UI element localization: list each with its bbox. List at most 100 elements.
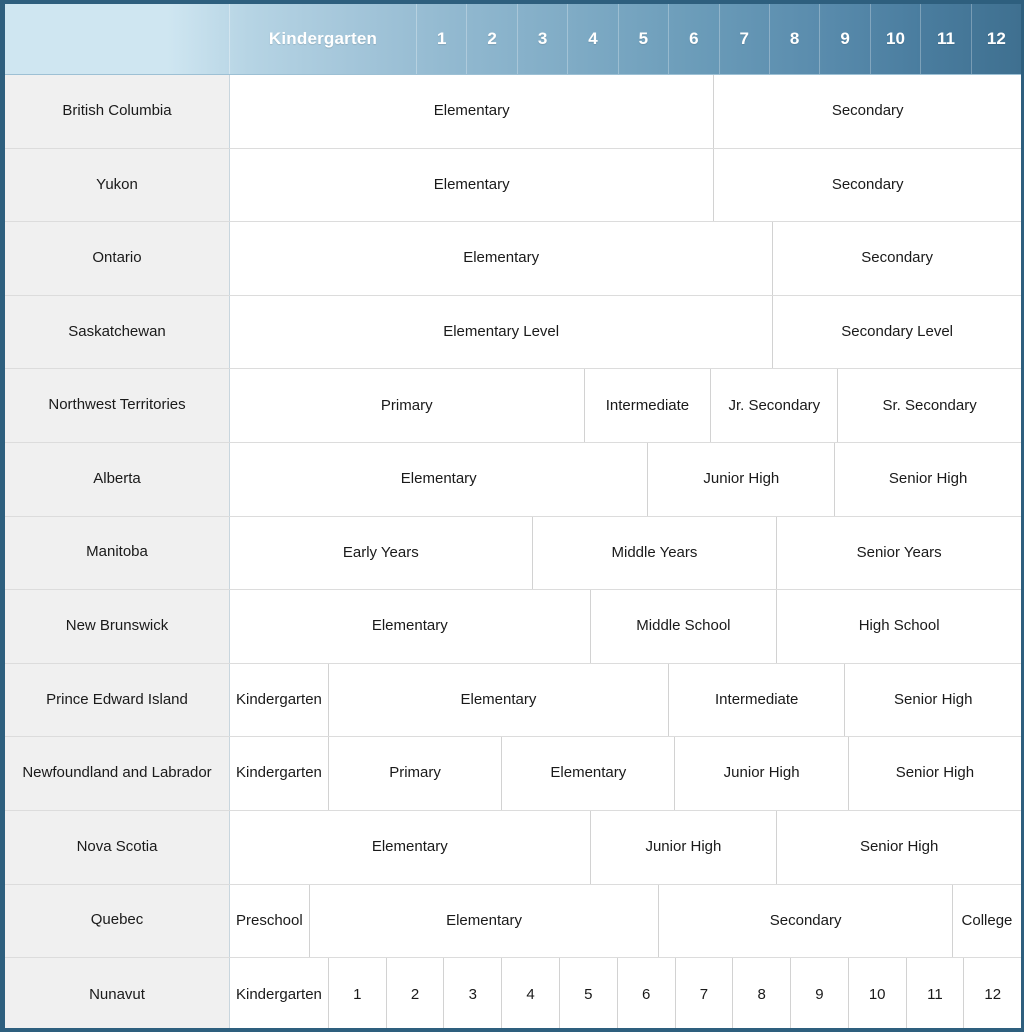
- grade-span-group: Elementary Junior High Senior High: [230, 442, 1021, 516]
- header-corner-cell: [5, 4, 230, 74]
- header-grade-2: 2: [467, 4, 518, 74]
- table-header-row: Kindergarten 1 2 3 4 5 6 7 8 9 10 11 12: [5, 0, 1021, 75]
- header-grade-9: 9: [820, 4, 871, 74]
- province-label: Alberta: [5, 442, 230, 516]
- grade-span-cell: 1: [328, 958, 387, 1028]
- grade-span-cell: Intermediate: [584, 369, 712, 442]
- grade-span-group: Primary Intermediate Jr. Secondary Sr. Seco…: [230, 369, 1021, 442]
- grade-span-group: Elementary Secondary: [230, 148, 1021, 222]
- grade-span-cell: Senior Years: [777, 516, 1021, 590]
- province-label: Saskatchewan: [5, 295, 230, 369]
- province-label: Nunavut: [5, 958, 230, 1028]
- grade-structure-table: Kindergarten 1 2 3 4 5 6 7 8 9 10 11 12 British Col…: [0, 0, 1024, 1032]
- province-label: Northwest Territories: [5, 369, 230, 442]
- province-label: Manitoba: [5, 516, 230, 590]
- grade-span-group: Elementary Junior High Senior High: [230, 810, 1021, 884]
- table-row: Alberta Elementary Junior High Senior High: [5, 442, 1021, 517]
- table-row: Nova Scotia Elementary Junior High Senior H…: [5, 810, 1021, 885]
- grade-span-cell: 3: [444, 958, 503, 1028]
- header-grade-4: 4: [568, 4, 619, 74]
- grade-span-group: Preschool Elementary Secondary College: [230, 884, 1021, 958]
- table-row: Saskatchewan Elementary Level Secondary Le…: [5, 295, 1021, 370]
- grade-span-cell: 9: [791, 958, 849, 1028]
- grade-span-cell: Kindergarten: [230, 737, 329, 810]
- table-row: Northwest Territories Primary Intermediate…: [5, 369, 1021, 443]
- province-label: Nova Scotia: [5, 810, 230, 884]
- grade-span-cell: 11: [906, 958, 965, 1028]
- table-row: Quebec Preschool Elementary Secondary Colleg…: [5, 884, 1021, 959]
- grade-span-cell: Middle School: [590, 590, 778, 663]
- header-grade-7: 7: [720, 4, 770, 74]
- grade-span-cell: 7: [675, 958, 734, 1028]
- table-row: New Brunswick Elementary Middle School High…: [5, 590, 1021, 664]
- grade-span-group: Elementary Level Secondary Level: [230, 295, 1021, 369]
- grade-span-cell: Kindergarten: [230, 663, 329, 737]
- grade-span-cell: 4: [502, 958, 560, 1028]
- grade-span-cell: Elementary: [230, 810, 591, 884]
- grade-span-group: Early Years Middle Years Senior Years: [230, 516, 1021, 590]
- province-label: New Brunswick: [5, 590, 230, 663]
- grade-span-cell: Secondary: [714, 148, 1021, 222]
- province-label: Quebec: [5, 884, 230, 958]
- grade-span-cell: Intermediate: [668, 663, 846, 737]
- grade-span-cell: 10: [848, 958, 907, 1028]
- grade-span-cell: Sr. Secondary: [838, 369, 1021, 442]
- grade-span-cell: 8: [733, 958, 792, 1028]
- grade-span-group: Kindergarten 1 2 3 4 5 6 7 8 9 10 11 12: [230, 958, 1021, 1028]
- grade-span-cell: Elementary: [230, 222, 774, 295]
- grade-span-cell: Junior High: [590, 810, 778, 884]
- grade-span-cell: Early Years: [230, 516, 533, 590]
- province-label: Yukon: [5, 148, 230, 222]
- header-grade-10: 10: [871, 4, 922, 74]
- grade-span-cell: Senior High: [848, 737, 1021, 810]
- grade-span-cell: Primary: [230, 369, 585, 442]
- grade-span-cell: 6: [617, 958, 676, 1028]
- grade-span-cell: Junior High: [648, 442, 836, 516]
- grade-span-cell: Elementary Level: [230, 295, 774, 369]
- grade-span-cell: Elementary: [230, 148, 715, 222]
- grade-span-cell: Senior High: [777, 810, 1021, 884]
- table-body: British Columbia Elementary Secondary Yukon…: [5, 75, 1021, 1028]
- grade-span-cell: Elementary: [328, 663, 669, 737]
- grade-span-cell: Jr. Secondary: [711, 369, 839, 442]
- grade-span-cell: Secondary Level: [773, 295, 1021, 369]
- table-row: British Columbia Elementary Secondary: [5, 75, 1021, 149]
- header-grade-12: 12: [986, 29, 1006, 48]
- table-row: Nunavut Kindergarten 1 2 3 4 5 6 7 8 9 10 11 12: [5, 958, 1021, 1028]
- grade-span-cell: 5: [559, 958, 618, 1028]
- grade-span-group: Elementary Secondary: [230, 222, 1021, 295]
- header-grade-6: 6: [669, 4, 720, 74]
- grade-span-cell: Secondary: [773, 222, 1021, 295]
- grade-span-cell: 12: [964, 958, 1021, 1028]
- header-grade-5: 5: [619, 4, 670, 74]
- grade-span-group: Elementary Secondary: [230, 75, 1021, 148]
- grade-span-cell: Middle Years: [532, 516, 778, 590]
- grade-span-group: Elementary Middle School High School: [230, 590, 1021, 663]
- grade-span-cell: Secondary: [659, 884, 953, 958]
- grade-span-cell: Primary: [328, 737, 503, 810]
- header-grade-11: 11: [921, 4, 972, 74]
- province-label: British Columbia: [5, 75, 230, 148]
- header-kindergarten: Kindergarten: [230, 4, 417, 74]
- header-grade-3: 3: [518, 4, 569, 74]
- table-row: Newfoundland and Labrador Kindergarten Pri…: [5, 737, 1021, 811]
- grade-span-group: Kindergarten Elementary Intermediate Senior…: [230, 663, 1021, 737]
- table-row: Prince Edward Island Kindergarten Elementa…: [5, 663, 1021, 738]
- grade-span-cell: Preschool: [230, 884, 310, 958]
- grade-span-cell: Elementary: [230, 590, 591, 663]
- grade-span-cell: Elementary: [230, 442, 649, 516]
- grade-span-cell: 2: [386, 958, 445, 1028]
- header-grade-1: 1: [417, 4, 468, 74]
- table-row: Yukon Elementary Secondary: [5, 148, 1021, 223]
- grade-span-cell: High School: [777, 590, 1021, 663]
- grade-span-cell: Secondary: [714, 75, 1021, 148]
- province-label: Newfoundland and Labrador: [5, 737, 230, 810]
- grade-span-cell: Senior High: [845, 663, 1021, 737]
- table-row: Ontario Elementary Secondary: [5, 222, 1021, 296]
- table-row: Manitoba Early Years Middle Years Senior Ye…: [5, 516, 1021, 591]
- grade-span-cell: Elementary: [230, 75, 715, 148]
- province-label: Prince Edward Island: [5, 663, 230, 737]
- grade-span-group: Kindergarten Primary Elementary Junior High…: [230, 737, 1021, 810]
- grade-span-cell: Junior High: [675, 737, 849, 810]
- header-grade-8: 8: [770, 4, 821, 74]
